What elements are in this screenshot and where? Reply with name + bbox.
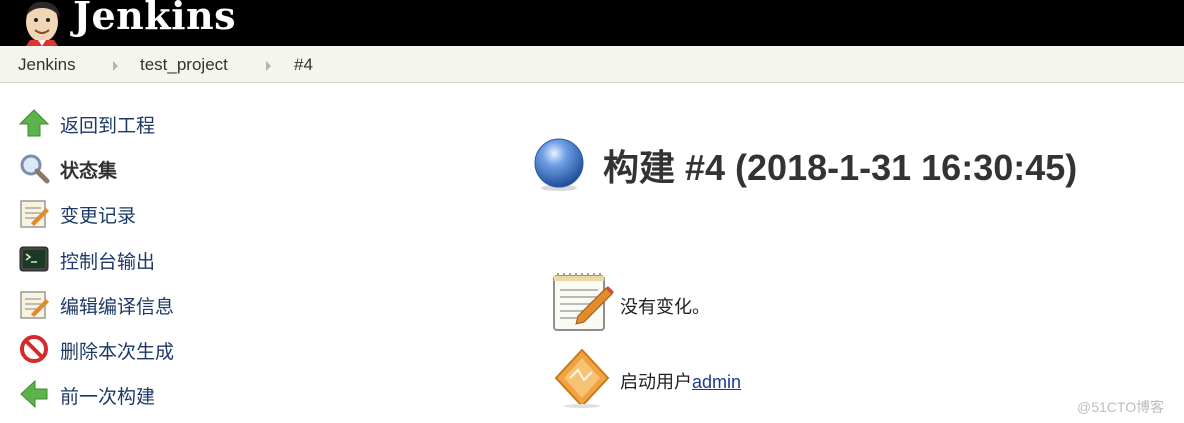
sidebar-item-label: 前一次构建: [60, 387, 156, 408]
sidebar-item-label: 编辑编译信息: [60, 297, 175, 318]
started-by-summary: 启动用户admin: [550, 348, 950, 408]
sidebar-item-label: 控制台输出: [60, 252, 156, 273]
sidebar-item-label: 状态集: [60, 161, 118, 182]
sidebar-item-label: 返回到工程: [60, 116, 156, 137]
terminal-icon: [19, 246, 49, 272]
app-title[interactable]: Jenkins: [73, 0, 236, 38]
notepad-icon: [20, 200, 49, 228]
notepad-icon: [20, 291, 49, 319]
jenkins-butler-icon[interactable]: [18, 0, 66, 46]
breadcrumb-item-build[interactable]: #4: [294, 55, 313, 75]
breadcrumb-item-jenkins[interactable]: Jenkins: [18, 55, 76, 75]
started-by-prefix: 启动用户: [620, 372, 692, 392]
changes-summary: 没有变化。: [550, 270, 950, 334]
notepad-icon: [553, 273, 614, 331]
breadcrumb-separator-icon[interactable]: [266, 61, 271, 71]
watermark: @51CTO博客: [1077, 399, 1165, 415]
user-cause-icon: [554, 348, 610, 408]
sidebar-item-label: 删除本次生成: [60, 342, 175, 363]
started-by-user-link[interactable]: admin: [692, 372, 741, 392]
breadcrumb-item-project[interactable]: test_project: [140, 55, 228, 75]
breadcrumb: Jenkins test_project #4: [0, 46, 1184, 83]
up-arrow-icon: [18, 109, 50, 137]
started-by-text: 启动用户admin: [620, 368, 741, 394]
magnifier-icon: [20, 154, 50, 184]
changes-text: 没有变化。: [620, 297, 710, 317]
breadcrumb-separator-icon[interactable]: [113, 61, 118, 71]
sidebar-item-label: 变更记录: [60, 206, 137, 227]
blue-ball-icon: [534, 138, 584, 191]
page-title: 构建 #4 (2018-1-31 16:30:45): [603, 147, 1078, 188]
left-arrow-icon: [20, 379, 48, 409]
header-bar: Jenkins: [0, 0, 1184, 46]
no-entry-icon: [20, 335, 48, 363]
